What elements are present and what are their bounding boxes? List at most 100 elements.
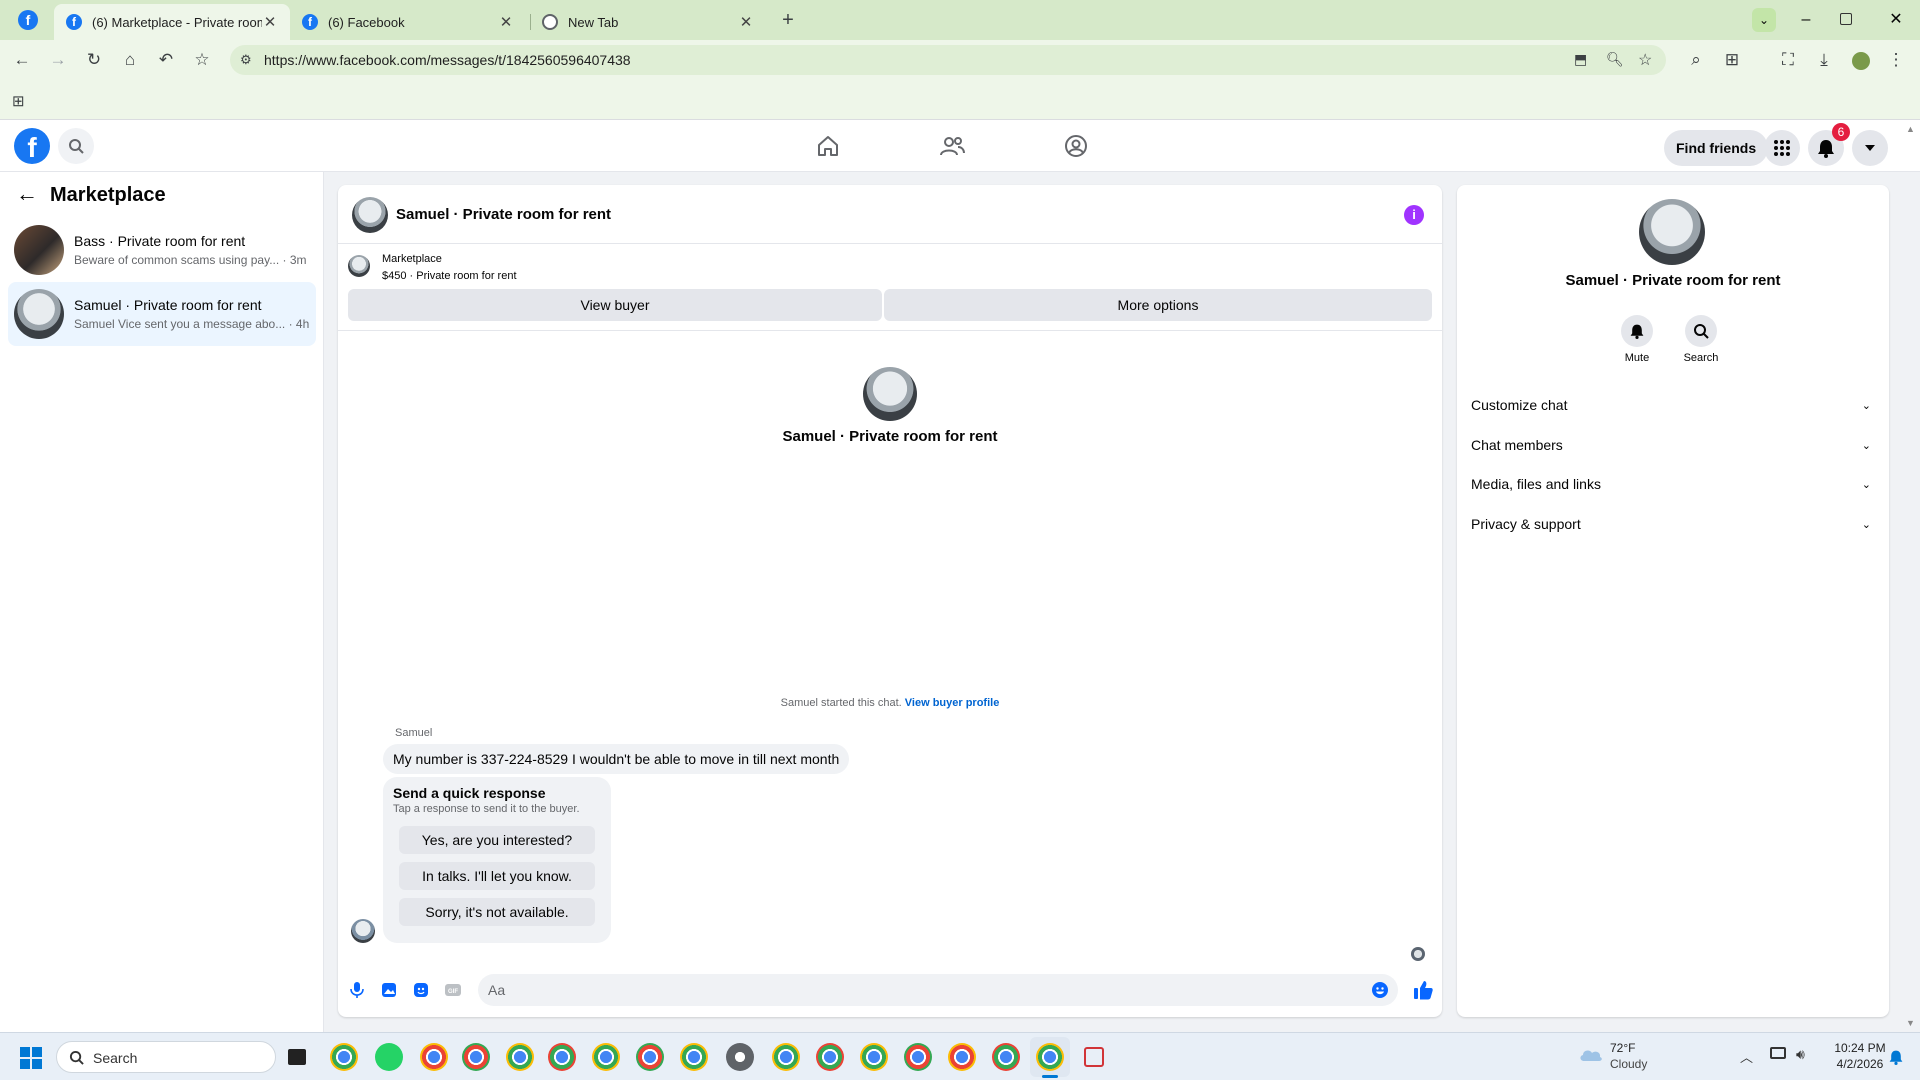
emoji-icon[interactable] bbox=[1371, 981, 1389, 999]
chat-members-section[interactable]: Chat members ⌄ bbox=[1471, 425, 1871, 465]
tab-title: (6) Facebook bbox=[328, 14, 405, 30]
quick-response-option[interactable]: Sorry, it's not available. bbox=[399, 898, 595, 926]
close-tab-icon[interactable]: ✕ bbox=[498, 13, 514, 31]
view-buyer-profile-link[interactable]: View buyer profile bbox=[905, 697, 1000, 709]
conversation-item-selected[interactable]: Samuel · Private room for rent Samuel Vi… bbox=[8, 282, 316, 346]
hidden-icons-chevron-icon[interactable]: ︿ bbox=[1740, 1047, 1753, 1066]
chrome-profile-icon[interactable] bbox=[420, 1043, 448, 1071]
clock-time[interactable]: 10:24 PM bbox=[1830, 1041, 1890, 1055]
media-files-links-section[interactable]: Media, files and links ⌄ bbox=[1471, 464, 1871, 504]
apps-grid-icon[interactable]: ⊞ bbox=[12, 92, 25, 110]
bookmark-star-icon[interactable]: ☆ bbox=[1638, 50, 1652, 70]
home-icon[interactable] bbox=[814, 132, 842, 160]
tab-facebook[interactable]: f (6) Facebook ✕ bbox=[290, 4, 526, 40]
notification-bell-icon[interactable] bbox=[1888, 1048, 1904, 1066]
settings-app-icon[interactable] bbox=[726, 1043, 754, 1071]
microphone-icon[interactable] bbox=[348, 981, 366, 999]
chat-header-title[interactable]: Samuel · Private room for rent bbox=[396, 206, 611, 223]
privacy-support-section[interactable]: Privacy & support ⌄ bbox=[1471, 504, 1871, 544]
snipping-tool-icon[interactable] bbox=[1084, 1047, 1104, 1067]
chrome-profile-icon[interactable] bbox=[772, 1043, 800, 1071]
globe-icon bbox=[542, 14, 558, 30]
scroll-up-arrow-icon[interactable]: ▲ bbox=[1906, 124, 1915, 134]
profile-avatar-icon[interactable] bbox=[1852, 52, 1870, 70]
chrome-profile-icon[interactable] bbox=[992, 1043, 1020, 1071]
listing-title[interactable]: $450 · Private room for rent bbox=[382, 270, 517, 282]
clock-date[interactable]: 4/2/2026 bbox=[1830, 1057, 1890, 1071]
close-tab-icon[interactable]: ✕ bbox=[738, 13, 754, 31]
view-buyer-button[interactable]: View buyer bbox=[348, 289, 882, 321]
facebook-logo-icon[interactable]: f bbox=[14, 128, 50, 164]
download-icon[interactable]: ⤓ bbox=[1814, 50, 1834, 70]
groups-icon[interactable] bbox=[1062, 132, 1090, 160]
restore-icon[interactable] bbox=[1840, 13, 1852, 25]
chrome-app-icon[interactable] bbox=[330, 1043, 358, 1071]
quick-response-title: Send a quick response bbox=[393, 785, 546, 801]
sticker-icon[interactable] bbox=[412, 981, 430, 999]
section-label: Privacy & support bbox=[1471, 516, 1581, 532]
back-arrow-icon[interactable]: ← bbox=[16, 182, 40, 206]
search-in-conversation-button[interactable] bbox=[1685, 315, 1717, 347]
minimize-icon[interactable]: – bbox=[1794, 8, 1818, 32]
incoming-message-bubble[interactable]: My number is 337-224-8529 I wouldn't be … bbox=[383, 744, 850, 774]
chrome-profile-icon[interactable] bbox=[860, 1043, 888, 1071]
tab-new-tab[interactable]: New Tab ✕ bbox=[530, 4, 766, 40]
chrome-profile-icon[interactable] bbox=[592, 1043, 620, 1071]
quick-response-option[interactable]: In talks. I'll let you know. bbox=[399, 862, 595, 890]
chrome-profile-icon[interactable] bbox=[636, 1043, 664, 1071]
search-icon[interactable]: ⌕ bbox=[1686, 50, 1706, 70]
close-tab-icon[interactable]: ✕ bbox=[262, 13, 278, 31]
chrome-profile-icon[interactable] bbox=[506, 1043, 534, 1071]
close-window-icon[interactable]: ✕ bbox=[1884, 8, 1908, 32]
taskbar-search-box[interactable]: Search bbox=[56, 1041, 276, 1073]
details-avatar[interactable] bbox=[1639, 199, 1705, 265]
search-facebook-button[interactable] bbox=[58, 128, 94, 164]
quick-response-option[interactable]: Yes, are you interested? bbox=[399, 826, 595, 854]
task-view-icon[interactable] bbox=[288, 1049, 306, 1065]
chrome-profile-icon[interactable] bbox=[948, 1043, 976, 1071]
chrome-profile-icon[interactable] bbox=[462, 1043, 490, 1071]
tab-search-chevron-icon[interactable]: ⌄ bbox=[1752, 8, 1776, 32]
display-icon[interactable] bbox=[1770, 1047, 1786, 1059]
zoom-icon[interactable]: 🔍︎ bbox=[1606, 51, 1624, 68]
new-tab-button[interactable]: + bbox=[776, 8, 800, 32]
whatsapp-app-icon[interactable] bbox=[375, 1043, 403, 1071]
friends-icon[interactable] bbox=[938, 132, 966, 160]
reload-icon[interactable]: ↻ bbox=[84, 50, 104, 70]
chrome-profile-icon[interactable] bbox=[680, 1043, 708, 1071]
tab-marketplace[interactable]: f (6) Marketplace - Private room ✕ bbox=[54, 4, 290, 40]
photo-icon[interactable] bbox=[380, 981, 398, 999]
account-button[interactable] bbox=[1852, 130, 1888, 166]
message-input-field[interactable]: Aa bbox=[478, 974, 1398, 1006]
install-app-icon[interactable]: ⬒ bbox=[1574, 51, 1587, 68]
chrome-profile-icon[interactable] bbox=[816, 1043, 844, 1071]
site-info-icon[interactable]: ⚙ bbox=[240, 52, 256, 68]
volume-icon[interactable]: 🔊︎ bbox=[1796, 1046, 1805, 1063]
chrome-profile-icon[interactable] bbox=[904, 1043, 932, 1071]
star-icon[interactable]: ☆ bbox=[192, 50, 212, 70]
back-icon[interactable]: ← bbox=[12, 50, 32, 70]
thumbs-up-icon[interactable] bbox=[1412, 979, 1434, 1001]
facebook-pinned-tab-icon[interactable]: f bbox=[18, 10, 38, 30]
chrome-active-app-icon[interactable] bbox=[1036, 1043, 1064, 1071]
more-options-button[interactable]: More options bbox=[884, 289, 1432, 321]
extensions-grid-icon[interactable]: ⊞ bbox=[1722, 50, 1742, 70]
undo-icon[interactable]: ↶ bbox=[156, 50, 176, 70]
menu-button[interactable] bbox=[1764, 130, 1800, 166]
forward-icon[interactable]: → bbox=[48, 50, 68, 70]
gif-icon[interactable]: GIF bbox=[444, 981, 462, 999]
chrome-profile-icon[interactable] bbox=[548, 1043, 576, 1071]
crop-icon[interactable]: ⛶ bbox=[1778, 50, 1798, 70]
conversation-info-icon[interactable]: i bbox=[1404, 205, 1424, 225]
customize-chat-section[interactable]: Customize chat ⌄ bbox=[1471, 385, 1871, 425]
conversation-item[interactable]: Bass · Private room for rent Beware of c… bbox=[8, 218, 316, 282]
chat-header-avatar[interactable] bbox=[352, 197, 388, 233]
scroll-down-arrow-icon[interactable]: ▼ bbox=[1906, 1018, 1915, 1028]
home-icon[interactable]: ⌂ bbox=[120, 50, 140, 70]
address-bar[interactable]: ⚙ https://www.facebook.com/messages/t/18… bbox=[230, 45, 1666, 75]
conversation-avatar bbox=[14, 289, 64, 339]
browser-menu-icon[interactable]: ⋮ bbox=[1886, 50, 1906, 70]
find-friends-button[interactable]: Find friends bbox=[1664, 130, 1769, 166]
mute-button[interactable] bbox=[1621, 315, 1653, 347]
windows-start-icon[interactable] bbox=[20, 1047, 42, 1069]
